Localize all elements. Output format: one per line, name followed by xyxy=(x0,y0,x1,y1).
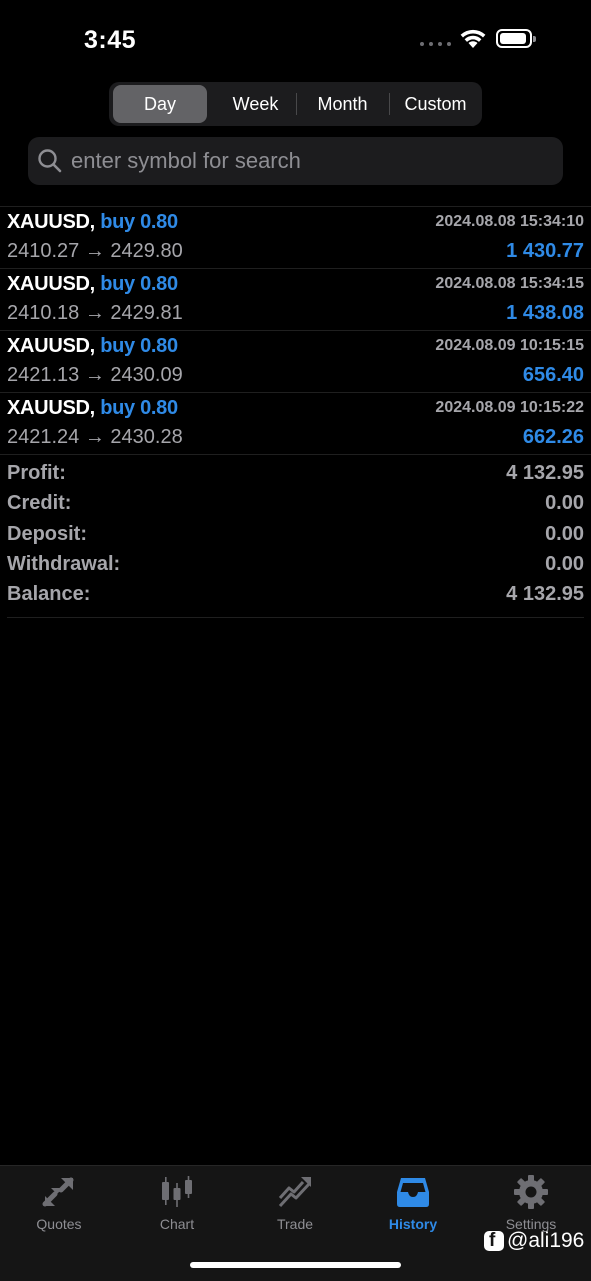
gear-icon xyxy=(514,1175,548,1209)
deal-row[interactable]: XAUUSD, buy 0.80 2410.18 → 2429.81 2024.… xyxy=(0,269,591,331)
deal-row[interactable]: XAUUSD, buy 0.80 2421.13 → 2430.09 2024.… xyxy=(0,331,591,393)
summary-value: 0.00 xyxy=(545,522,584,545)
deal-symbol: XAUUSD, xyxy=(7,211,95,233)
deals-list: XAUUSD, buy 0.80 2410.27 → 2429.80 2024.… xyxy=(0,206,591,455)
deal-date: 2024.08.09 10:15:22 xyxy=(435,399,584,416)
summary-row-balance: Balance: 4 132.95 xyxy=(7,581,584,611)
summary-row-profit: Profit: 4 132.95 xyxy=(7,460,584,490)
tab-label: Quotes xyxy=(36,1216,82,1232)
segment-day[interactable]: Day xyxy=(113,85,207,123)
summary-row-credit: Credit: 0.00 xyxy=(7,490,584,520)
deal-direction: buy 0.80 xyxy=(100,335,178,357)
deal-row[interactable]: XAUUSD, buy 0.80 2421.24 → 2430.28 2024.… xyxy=(0,393,591,455)
summary-row-withdrawal: Withdrawal: 0.00 xyxy=(7,551,584,581)
tab-chart[interactable]: Chart xyxy=(118,1174,236,1232)
account-summary: Profit: 4 132.95 Credit: 0.00 Deposit: 0… xyxy=(7,460,584,619)
deal-symbol-line: XAUUSD, buy 0.80 xyxy=(7,397,178,420)
deal-symbol: XAUUSD, xyxy=(7,397,95,419)
tab-quotes[interactable]: Quotes xyxy=(0,1174,118,1232)
chart-icon xyxy=(162,1176,192,1207)
deal-prices: 2410.18 → 2429.81 xyxy=(7,302,183,324)
tab-label: Chart xyxy=(159,1216,195,1232)
deal-prices: 2421.13 → 2430.09 xyxy=(7,364,183,386)
period-segmented-control: Day Week Month Custom xyxy=(109,82,482,126)
facebook-icon xyxy=(484,1230,504,1252)
segment-custom[interactable]: Custom xyxy=(389,85,482,123)
deal-row[interactable]: XAUUSD, buy 0.80 2410.27 → 2429.80 2024.… xyxy=(0,207,591,269)
search-field[interactable]: enter symbol for search xyxy=(28,137,563,185)
tab-settings[interactable]: Settings xyxy=(472,1174,590,1232)
summary-label: Profit: xyxy=(7,462,66,484)
deal-date: 2024.08.08 15:34:15 xyxy=(435,275,584,292)
status-time: 3:45 xyxy=(84,26,137,54)
deal-profit: 1 438.08 xyxy=(506,302,584,324)
deal-symbol: XAUUSD, xyxy=(7,335,95,357)
deal-profit: 656.40 xyxy=(522,364,584,386)
summary-value: 4 132.95 xyxy=(506,462,584,484)
deal-symbol-line: XAUUSD, buy 0.80 xyxy=(7,211,178,234)
segment-week[interactable]: Week xyxy=(209,85,302,123)
segment-month[interactable]: Month xyxy=(296,85,389,123)
deal-symbol: XAUUSD, xyxy=(7,273,95,295)
tab-trade[interactable]: Trade xyxy=(236,1174,354,1232)
watermark: @ali196 xyxy=(484,1229,584,1253)
summary-value: 4 132.95 xyxy=(506,583,584,606)
deal-direction: buy 0.80 xyxy=(100,273,178,295)
search-icon xyxy=(38,149,62,173)
deal-symbol-line: XAUUSD, buy 0.80 xyxy=(7,335,178,358)
tab-label: History xyxy=(388,1216,438,1232)
deal-profit: 662.26 xyxy=(522,426,584,448)
summary-label: Credit: xyxy=(7,492,72,515)
cellular-signal-icon xyxy=(420,42,451,46)
summary-label: Withdrawal: xyxy=(7,552,121,575)
summary-label: Deposit: xyxy=(7,522,87,545)
deal-prices: 2410.27 → 2429.80 xyxy=(7,240,183,262)
summary-value: 0.00 xyxy=(545,492,584,515)
deal-date: 2024.08.09 10:15:15 xyxy=(435,337,584,354)
watermark-text: @ali196 xyxy=(507,1229,585,1252)
history-icon xyxy=(397,1178,429,1207)
wifi-icon xyxy=(460,29,486,48)
deal-direction: buy 0.80 xyxy=(100,211,178,233)
summary-value: 0.00 xyxy=(545,552,584,575)
trade-icon xyxy=(278,1177,311,1208)
quotes-icon xyxy=(42,1177,74,1207)
home-indicator[interactable] xyxy=(190,1262,401,1268)
deal-prices: 2421.24 → 2430.28 xyxy=(7,426,183,448)
tab-label: Trade xyxy=(276,1216,314,1232)
deal-symbol-line: XAUUSD, buy 0.80 xyxy=(7,273,178,296)
search-input[interactable]: enter symbol for search xyxy=(71,137,301,185)
deal-direction: buy 0.80 xyxy=(100,397,178,419)
summary-label: Balance: xyxy=(7,583,91,606)
deal-profit: 1 430.77 xyxy=(506,240,584,262)
summary-row-deposit: Deposit: 0.00 xyxy=(7,521,584,551)
tab-history[interactable]: History xyxy=(354,1174,472,1232)
status-bar: 3:45 xyxy=(0,0,591,80)
battery-icon xyxy=(496,29,536,48)
deal-date: 2024.08.08 15:34:10 xyxy=(435,213,584,230)
